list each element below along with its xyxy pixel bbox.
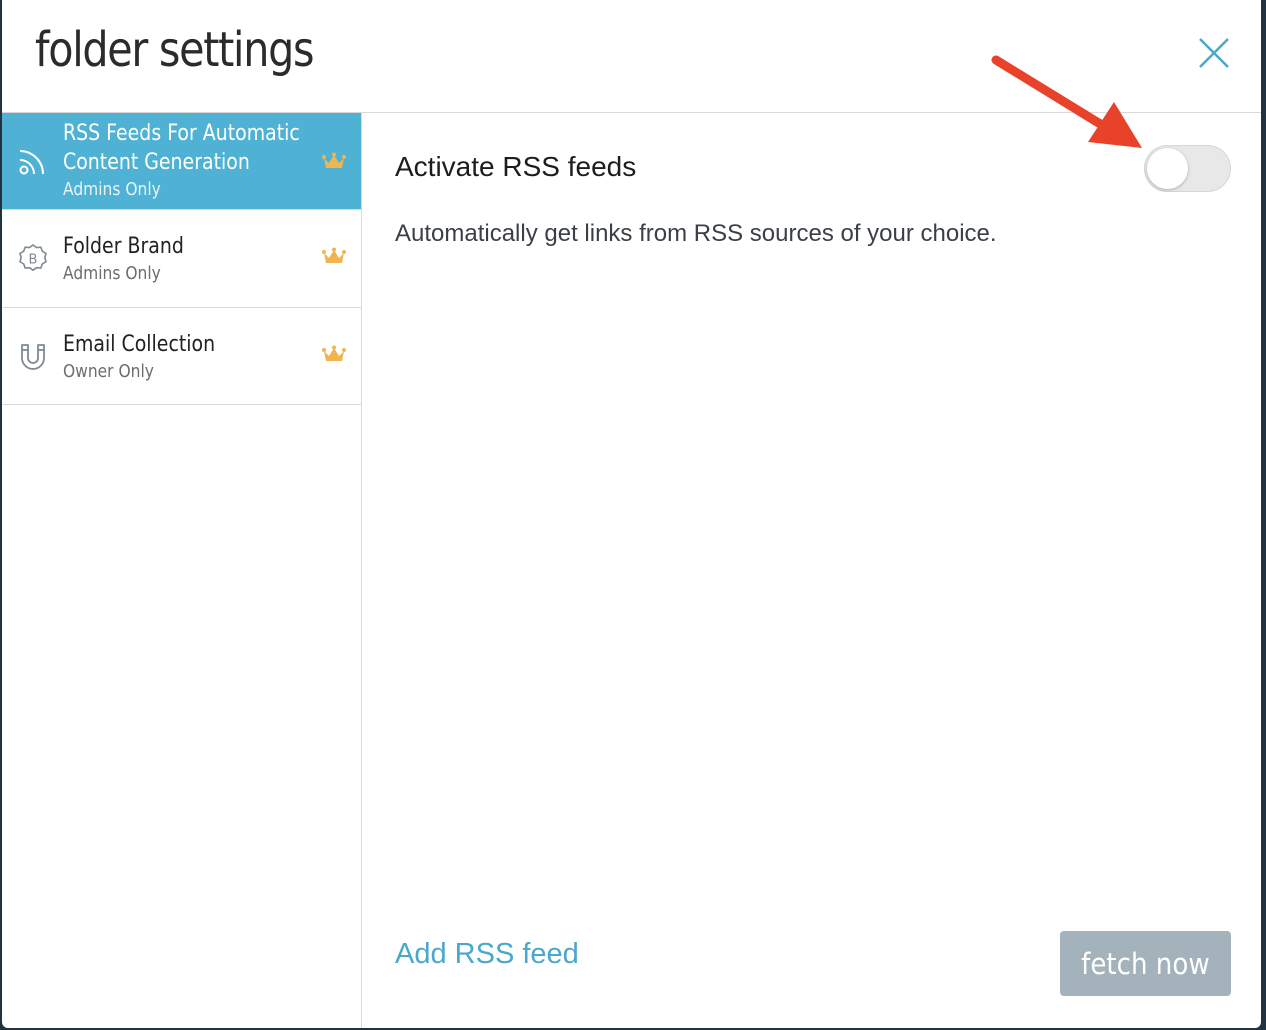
sidebar-item-folder-brand[interactable]: B Folder Brand Admins Only xyxy=(2,210,361,308)
settings-sidebar: RSS Feeds For Automatic Content Generati… xyxy=(2,113,362,1028)
sidebar-item-label: Folder Brand xyxy=(63,234,184,259)
brand-badge-icon: B xyxy=(17,243,49,275)
magnet-icon xyxy=(17,341,49,373)
settings-content-panel: Activate RSS feeds Automatically get lin… xyxy=(363,113,1261,1028)
fetch-now-label: fetch now xyxy=(1081,946,1210,981)
close-icon[interactable] xyxy=(1197,36,1231,70)
rss-icon xyxy=(17,145,49,177)
crown-icon xyxy=(321,247,347,267)
activate-rss-label: Activate RSS feeds xyxy=(395,151,637,182)
fetch-now-button[interactable]: fetch now xyxy=(1060,931,1231,996)
rss-description: Automatically get links from RSS sources… xyxy=(395,220,997,247)
sidebar-item-label: Email Collection xyxy=(63,332,216,357)
activate-rss-toggle[interactable] xyxy=(1144,145,1231,192)
sidebar-item-permission: Admins Only xyxy=(63,179,161,200)
svg-text:B: B xyxy=(29,253,38,268)
sidebar-item-permission: Owner Only xyxy=(63,361,154,382)
folder-settings-dialog: folder settings RSS Feeds For Automatic … xyxy=(2,0,1261,1028)
sidebar-item-rss-feeds[interactable]: RSS Feeds For Automatic Content Generati… xyxy=(2,113,361,210)
crown-icon xyxy=(321,345,347,365)
dialog-header: folder settings xyxy=(2,0,1261,113)
sidebar-item-label: Content Generation xyxy=(63,150,250,175)
sidebar-item-email-collection[interactable]: Email Collection Owner Only xyxy=(2,308,361,405)
dialog-title: folder settings xyxy=(35,22,315,78)
add-rss-feed-link[interactable]: Add RSS feed xyxy=(395,938,579,971)
toggle-knob xyxy=(1147,148,1188,189)
sidebar-item-label: RSS Feeds For Automatic xyxy=(63,121,300,146)
sidebar-item-permission: Admins Only xyxy=(63,263,161,284)
crown-icon xyxy=(321,152,347,172)
